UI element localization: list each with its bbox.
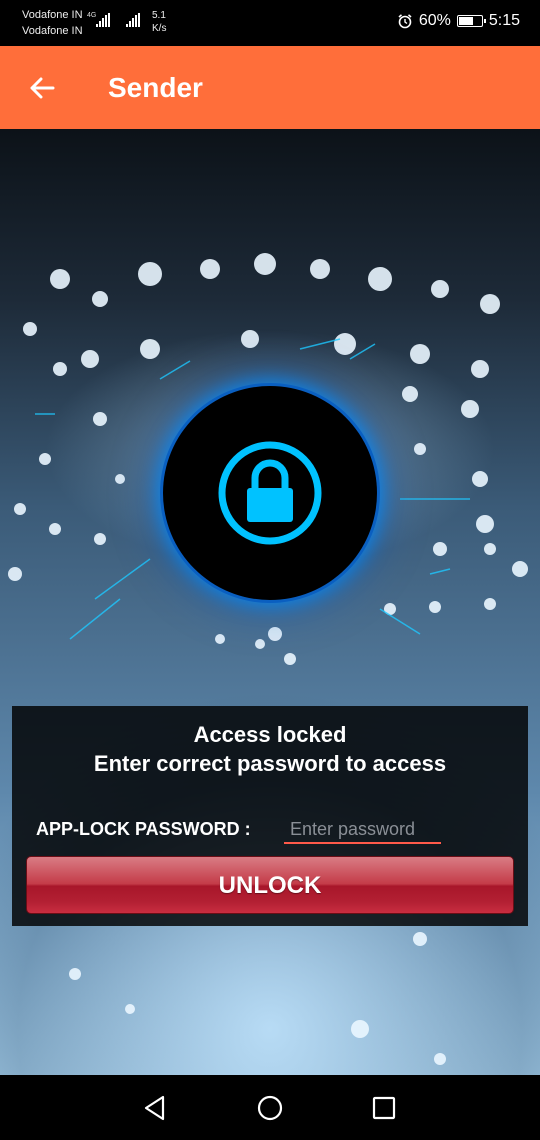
app-lock-screen: Vodafone IN Vodafone IN 4G 5.1 K/s 60% 5… (0, 0, 540, 1140)
app-bar-title: Sender (108, 71, 203, 103)
triangle-back-icon (144, 1095, 165, 1120)
battery-percent: 60% (418, 12, 451, 29)
access-locked-subtitle: Enter correct password to access (93, 751, 447, 776)
back-button[interactable] (0, 46, 84, 129)
padlock-icon (218, 441, 322, 545)
speed-unit: K/s (152, 23, 167, 34)
network-type-label: 4G (87, 12, 97, 19)
fiber-optic-background (0, 129, 540, 1075)
status-right-group: 60% 5:15 (397, 12, 520, 30)
unlock-button[interactable]: UNLOCK (26, 856, 514, 914)
app-bar: Sender (0, 46, 540, 129)
square-recents-icon (372, 1096, 396, 1119)
system-nav-bar (0, 1075, 540, 1140)
alarm-icon (398, 14, 412, 29)
signal-icon (126, 13, 140, 27)
carrier-2-label: Vodafone IN (22, 25, 83, 37)
access-locked-title: Access locked (193, 722, 347, 747)
clock-time: 5:15 (488, 12, 520, 29)
access-locked-panel: Access locked Enter correct password to … (12, 706, 528, 926)
signal-icon (96, 13, 110, 27)
network-speed: 5.1 K/s (152, 9, 166, 35)
battery-icon (456, 15, 486, 27)
nav-home-button[interactable] (240, 1075, 300, 1140)
status-bar: Vodafone IN Vodafone IN 4G 5.1 K/s 60% 5… (0, 0, 540, 46)
circle-home-icon (257, 1095, 283, 1120)
nav-recents-button[interactable] (354, 1075, 414, 1140)
lock-badge (163, 386, 377, 600)
nav-back-button[interactable] (125, 1075, 185, 1140)
arrow-left-icon (30, 77, 55, 98)
light-bokeh-dots (8, 253, 528, 1065)
carrier-1-label: Vodafone IN (22, 9, 83, 21)
app-lock-password-input[interactable] (284, 816, 441, 844)
speed-value: 5.1 (152, 10, 166, 21)
app-lock-password-label: APP-LOCK PASSWORD : (36, 819, 251, 839)
